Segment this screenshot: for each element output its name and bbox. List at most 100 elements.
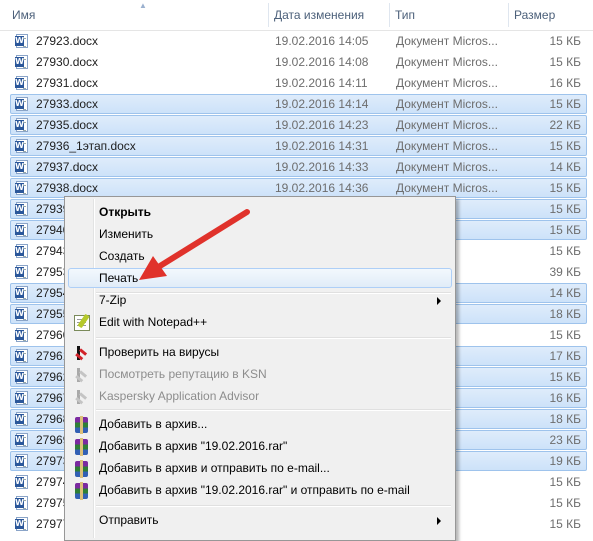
file-size: 15 КБ — [549, 181, 581, 195]
menu-item-open[interactable]: Открыть — [68, 202, 452, 222]
file-size: 15 КБ — [549, 370, 581, 384]
menu-item-label: Создать — [99, 249, 145, 263]
file-type: Документ Micros... — [396, 118, 498, 132]
word-document-icon — [15, 412, 28, 426]
file-type: Документ Micros... — [396, 139, 498, 153]
file-date: 19.02.2016 14:23 — [275, 118, 369, 132]
file-date: 19.02.2016 14:11 — [275, 76, 368, 90]
menu-item-add-archive-named[interactable]: Добавить в архив "19.02.2016.rar" — [68, 436, 452, 456]
menu-item-notepadpp[interactable]: Edit with Notepad++ — [68, 312, 452, 332]
menu-item-scan-virus[interactable]: Проверить на вирусы — [68, 342, 452, 362]
word-document-icon — [15, 517, 28, 531]
word-document-icon — [15, 97, 28, 111]
kaspersky-icon — [74, 389, 90, 405]
file-name: 27933.docx — [36, 97, 99, 111]
file-size: 19 КБ — [549, 454, 581, 468]
menu-item-label: Edit with Notepad++ — [99, 315, 208, 329]
file-type: Документ Micros... — [396, 97, 498, 111]
menu-item-new[interactable]: Создать — [68, 246, 452, 266]
word-document-icon — [15, 433, 28, 447]
menu-item-label: Добавить в архив... — [99, 417, 208, 431]
file-size: 15 КБ — [549, 328, 581, 342]
file-row[interactable]: 27937.docx 19.02.2016 14:33 Документ Micro… — [10, 157, 587, 177]
file-row[interactable]: 27935.docx 19.02.2016 14:23 Документ Micro… — [10, 115, 587, 135]
menu-item-edit[interactable]: Изменить — [68, 224, 452, 244]
file-type: Документ Micros... — [396, 34, 498, 48]
word-document-icon — [15, 475, 28, 489]
file-date: 19.02.2016 14:36 — [275, 181, 369, 195]
kaspersky-icon — [74, 345, 90, 361]
sort-ascending-icon: ▲ — [139, 1, 147, 10]
file-size: 15 КБ — [549, 202, 581, 216]
file-row[interactable]: 27930.docx 19.02.2016 14:08 Документ Micro… — [10, 52, 587, 72]
column-type-label: Тип — [395, 8, 416, 22]
file-name: 27935.docx — [36, 118, 99, 132]
menu-item-add-archive[interactable]: Добавить в архив... — [68, 414, 452, 434]
menu-item-label: Печать — [99, 271, 139, 285]
file-name: 27930.docx — [36, 55, 99, 69]
menu-separator — [96, 337, 451, 339]
word-document-icon — [15, 391, 28, 405]
kaspersky-icon — [74, 367, 90, 383]
file-row[interactable]: 27931.docx 19.02.2016 14:11 Документ Micro… — [10, 73, 587, 93]
context-menu: Открыть Изменить Создать Печать 7-Zip Ed… — [64, 196, 456, 541]
file-type: Документ Micros... — [396, 160, 498, 174]
file-size: 16 КБ — [549, 391, 581, 405]
file-row[interactable]: 27933.docx 19.02.2016 14:14 Документ Micro… — [10, 94, 587, 114]
file-size: 15 КБ — [549, 223, 581, 237]
menu-separator — [96, 505, 451, 507]
word-document-icon — [15, 76, 28, 90]
file-size: 15 КБ — [549, 475, 581, 489]
file-name: 27937.docx — [36, 160, 99, 174]
menu-separator — [96, 409, 451, 411]
word-document-icon — [15, 181, 28, 195]
submenu-arrow-icon — [437, 297, 441, 305]
file-name: 27936_1этап.docx — [36, 139, 136, 153]
word-document-icon — [15, 328, 28, 342]
file-date: 19.02.2016 14:08 — [275, 55, 369, 69]
file-date: 19.02.2016 14:31 — [275, 139, 369, 153]
word-document-icon — [15, 370, 28, 384]
column-name[interactable]: Имя ▲ — [6, 0, 270, 30]
column-name-label: Имя — [12, 8, 36, 22]
word-document-icon — [15, 349, 28, 363]
file-row[interactable]: 27938.docx 19.02.2016 14:36 Документ Micro… — [10, 178, 587, 198]
menu-item-label: Отправить — [99, 513, 159, 527]
file-size: 14 КБ — [549, 286, 581, 300]
column-date-label: Дата изменения — [274, 8, 365, 22]
column-header: Имя ▲ Дата изменения Тип Размер — [0, 0, 593, 31]
file-row[interactable]: 27923.docx 19.02.2016 14:05 Документ Micro… — [10, 31, 587, 51]
menu-item-7zip[interactable]: 7-Zip — [68, 290, 452, 310]
file-size: 16 КБ — [549, 76, 581, 90]
menu-item-add-archive-email[interactable]: Добавить в архив и отправить по e-mail..… — [68, 458, 452, 478]
file-size: 15 КБ — [549, 55, 581, 69]
menu-item-kaspersky-advisor: Kaspersky Application Advisor — [68, 386, 452, 406]
file-date: 19.02.2016 14:14 — [275, 97, 369, 111]
winrar-icon — [75, 482, 88, 500]
word-document-icon — [15, 55, 28, 69]
file-row[interactable]: 27936_1этап.docx 19.02.2016 14:31 Документ… — [10, 136, 587, 156]
word-document-icon — [15, 496, 28, 510]
file-date: 19.02.2016 14:33 — [275, 160, 369, 174]
word-document-icon — [15, 139, 28, 153]
word-document-icon — [15, 118, 28, 132]
column-type[interactable]: Тип — [389, 0, 507, 30]
file-size: 23 КБ — [549, 433, 581, 447]
word-document-icon — [15, 265, 28, 279]
column-date[interactable]: Дата изменения — [268, 0, 388, 30]
menu-item-print[interactable]: Печать — [68, 268, 452, 288]
menu-item-send-to[interactable]: Отправить — [68, 510, 452, 530]
word-document-icon — [15, 454, 28, 468]
file-name: 27938.docx — [36, 181, 99, 195]
menu-item-add-archive-named-email[interactable]: Добавить в архив "19.02.2016.rar" и отпр… — [68, 480, 452, 500]
word-document-icon — [15, 307, 28, 321]
winrar-icon — [75, 460, 88, 478]
file-size: 18 КБ — [549, 307, 581, 321]
column-size[interactable]: Размер — [508, 0, 593, 30]
file-size: 15 КБ — [549, 496, 581, 510]
file-type: Документ Micros... — [396, 55, 498, 69]
file-size: 14 КБ — [549, 160, 581, 174]
word-document-icon — [15, 244, 28, 258]
notepadpp-icon — [74, 315, 90, 331]
menu-item-label: Посмотреть репутацию в KSN — [99, 367, 267, 381]
